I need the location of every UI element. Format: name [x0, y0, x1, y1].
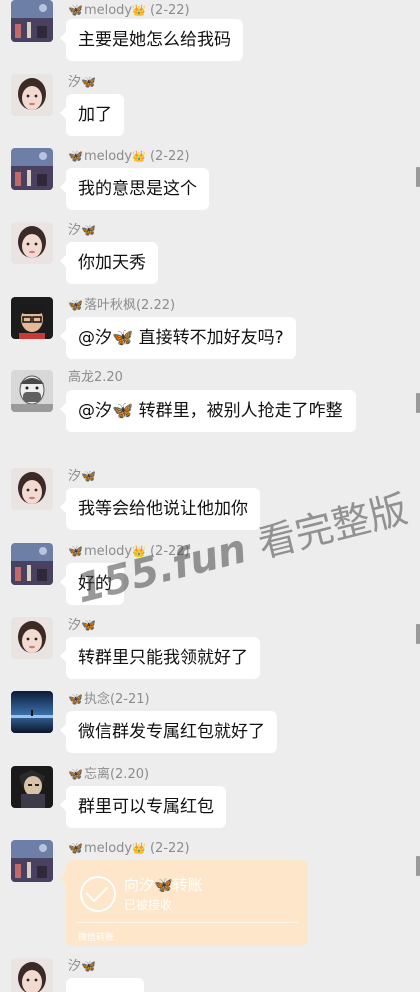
transfer-footer: 微信转账	[78, 933, 115, 943]
avatar-melody[interactable]	[11, 840, 53, 882]
crown-icon: 👑	[132, 150, 146, 163]
transfer-status: 已被接收	[124, 898, 173, 912]
sender-name: 汐🦋	[68, 75, 96, 90]
sender-name: 🦋忘离(2.20)	[68, 767, 150, 782]
butterfly-icon: 🦋	[112, 401, 134, 421]
crown-icon: 👑	[132, 842, 146, 855]
avatar-melody[interactable]	[11, 543, 53, 585]
butterfly-icon: 🦋	[68, 767, 83, 781]
message-bubble[interactable]: 加了	[60, 94, 124, 136]
transfer-divider	[76, 922, 298, 923]
scrollbar-tick	[416, 856, 420, 876]
avatar-melody[interactable]	[11, 148, 53, 190]
scrollbar-tick	[416, 393, 420, 413]
avatar-xi[interactable]	[11, 617, 53, 659]
butterfly-icon: 🦋	[68, 149, 83, 163]
sender-name: 汐🦋	[68, 469, 96, 484]
butterfly-icon: 🦋	[81, 618, 96, 632]
sender-name: 汐🦋	[68, 959, 96, 974]
message-bubble[interactable]: 微信群发专属红包就好了	[60, 711, 277, 753]
sender-name: 🦋melody👑 (2-22)	[68, 841, 190, 856]
crown-icon: 👑	[132, 4, 146, 17]
butterfly-icon: 🦋	[68, 544, 83, 558]
avatar-xi[interactable]	[11, 74, 53, 116]
sender-name: 🦋melody👑 (2-22)	[68, 3, 190, 18]
butterfly-icon: 🦋	[68, 841, 83, 855]
butterfly-icon: 🦋	[68, 298, 83, 312]
scrollbar-tick	[416, 167, 420, 187]
sender-name: 🦋melody👑 (2-22)	[68, 149, 190, 164]
sender-name: 🦋落叶秋枫(2.22)	[68, 298, 176, 313]
avatar-xi[interactable]	[11, 222, 53, 264]
sender-name: 汐🦋	[68, 223, 96, 238]
avatar-luoye[interactable]	[11, 297, 53, 339]
butterfly-icon: 🦋	[68, 3, 83, 17]
message-bubble[interactable]: 群里可以专属红包	[60, 786, 226, 828]
butterfly-icon: 🦋	[81, 469, 96, 483]
avatar-zhinian[interactable]	[11, 691, 53, 733]
avatar-wangli[interactable]	[11, 766, 53, 808]
sender-name: 高龙2.20	[68, 370, 123, 385]
message-bubble[interactable]: 主要是她怎么给我码	[60, 19, 243, 61]
transfer-title: 向汐🦋转账	[124, 876, 203, 894]
avatar-gaolong[interactable]	[11, 370, 53, 412]
sender-name: 🦋执念(2-21)	[68, 692, 150, 707]
message-bubble[interactable]: @汐🦋 转群里，被别人抢走了咋整	[60, 390, 356, 432]
transfer-card[interactable]: 向汐🦋转账 已被接收 微信转账	[60, 860, 308, 946]
butterfly-icon: 🦋	[81, 223, 96, 237]
message-bubble[interactable]: 你加天秀	[60, 242, 158, 284]
sender-name: 汐🦋	[68, 618, 96, 633]
avatar-xi[interactable]	[11, 958, 53, 992]
avatar-xi[interactable]	[11, 468, 53, 510]
butterfly-icon: 🦋	[81, 959, 96, 973]
message-bubble[interactable]	[60, 978, 144, 992]
avatar-melody[interactable]	[11, 0, 53, 42]
message-bubble[interactable]: 我的意思是这个	[60, 168, 209, 210]
butterfly-icon: 🦋	[68, 692, 83, 706]
butterfly-icon: 🦋	[81, 75, 96, 89]
butterfly-icon: 🦋	[112, 328, 134, 348]
message-bubble[interactable]: @汐🦋 直接转不加好友吗?	[60, 317, 296, 359]
message-bubble[interactable]: 转群里只能我领就好了	[60, 637, 260, 679]
scrollbar-tick	[416, 624, 420, 644]
